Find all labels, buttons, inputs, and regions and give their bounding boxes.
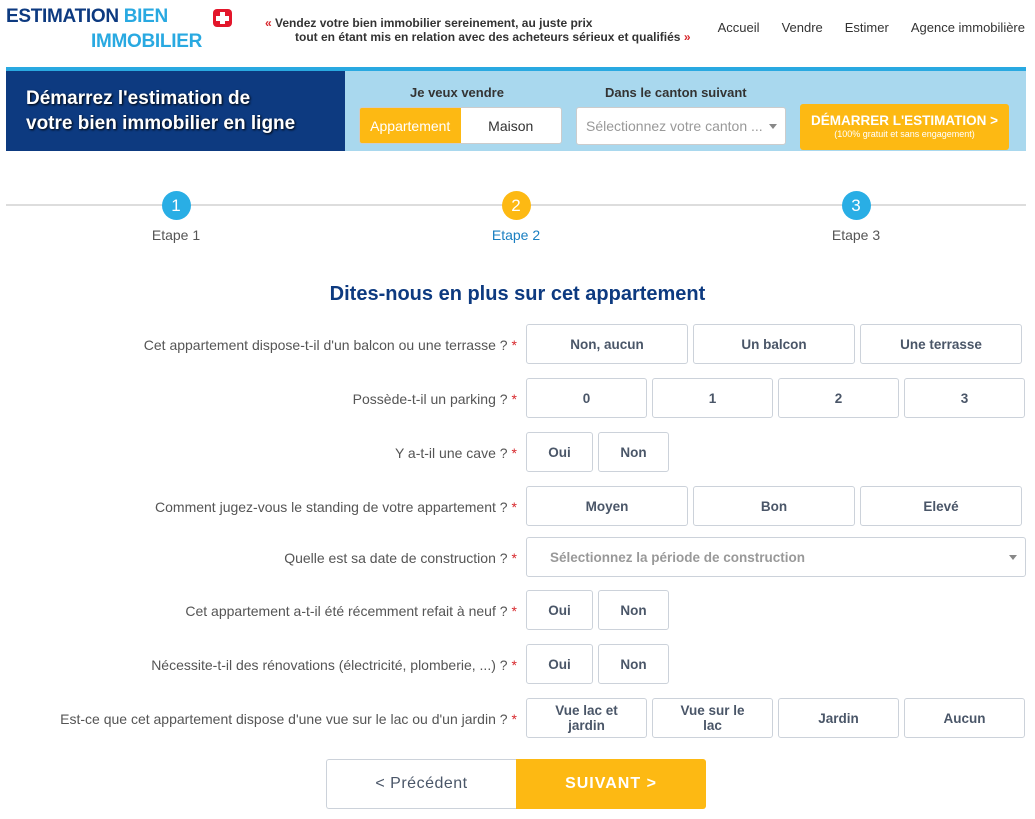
vue-options: Vue lac et jardin Vue sur le lac Jardin …: [526, 698, 1025, 740]
estimation-banner: Démarrez l'estimation de votre bien immob…: [6, 67, 1026, 151]
balcon-options: Non, aucun Un balcon Une terrasse: [526, 324, 1022, 366]
option-parking-3[interactable]: 3: [904, 378, 1025, 418]
banner-form: Je veux vendre Dans le canton suivant Ap…: [345, 71, 1026, 151]
option-standing-moyen[interactable]: Moyen: [526, 486, 688, 526]
option-aucun[interactable]: Aucun: [904, 698, 1025, 738]
question-label: Nécessite-t-il des rénovations (électric…: [151, 657, 517, 673]
property-type-toggle: Appartement Maison: [359, 107, 562, 144]
question-label: Quelle est sa date de construction ? *: [284, 550, 517, 566]
question-refait-a-neuf: Cet appartement a-t-il été récemment ref…: [0, 590, 1035, 632]
nav-accueil[interactable]: Accueil: [718, 20, 760, 35]
step-1-label: Etape 1: [151, 227, 201, 243]
question-label: Cet appartement a-t-il été récemment ref…: [185, 603, 517, 619]
question-cave: Y a-t-il une cave ? * Oui Non: [0, 432, 1035, 474]
construction-period-select[interactable]: Sélectionnez la période de construction: [526, 537, 1026, 577]
question-renovations: Nécessite-t-il des rénovations (électric…: [0, 644, 1035, 686]
chevron-down-icon: [769, 124, 777, 129]
start-estimation-sublabel: (100% gratuit et sans engagement): [834, 129, 975, 139]
option-parking-2[interactable]: 2: [778, 378, 899, 418]
question-label: Comment jugez-vous le standing de votre …: [155, 499, 517, 515]
option-un-balcon[interactable]: Un balcon: [693, 324, 855, 364]
question-label: Est-ce que cet appartement dispose d'une…: [60, 711, 517, 727]
parking-options: 0 1 2 3: [526, 378, 1025, 420]
step-3: 3 Etape 3: [796, 191, 916, 243]
step-1-circle: 1: [161, 191, 191, 220]
next-button[interactable]: SUIVANT >: [516, 759, 706, 809]
option-jardin[interactable]: Jardin: [778, 698, 899, 738]
construction-period-placeholder: Sélectionnez la période de construction: [550, 549, 806, 565]
start-estimation-label: DÉMARRER L'ESTIMATION >: [810, 113, 999, 128]
question-balcon: Cet appartement dispose-t-il d'un balcon…: [0, 324, 1035, 366]
swiss-flag-icon: [213, 9, 232, 27]
option-non-aucun[interactable]: Non, aucun: [526, 324, 688, 364]
step-3-circle: 3: [841, 191, 871, 220]
option-une-terrasse[interactable]: Une terrasse: [860, 324, 1022, 364]
sell-type-label: Je veux vendre: [410, 85, 504, 100]
question-label: Possède-t-il un parking ? *: [352, 391, 517, 407]
option-vue-sur-le-lac[interactable]: Vue sur le lac: [652, 698, 773, 738]
standing-options: Moyen Bon Elevé: [526, 486, 1022, 528]
step-3-label: Etape 3: [831, 227, 881, 243]
nav-vendre[interactable]: Vendre: [782, 20, 823, 35]
step-2-label: Etape 2: [491, 227, 541, 243]
question-label: Cet appartement dispose-t-il d'un balcon…: [143, 337, 517, 353]
step-1: 1 Etape 1: [116, 191, 236, 243]
cave-options: Oui Non: [526, 432, 669, 474]
form-navigation: < Précédent SUIVANT >: [326, 759, 706, 809]
property-type-maison[interactable]: Maison: [460, 108, 561, 143]
banner-title: Démarrez l'estimation de votre bien immob…: [26, 88, 296, 134]
logo-line-1: ESTIMATION BIEN: [6, 6, 168, 27]
canton-select-placeholder: Sélectionnez votre canton ...: [586, 118, 763, 134]
question-parking: Possède-t-il un parking ? * 0 1 2 3: [0, 378, 1035, 420]
nav-agence-immobiliere[interactable]: Agence immobilière: [911, 20, 1025, 35]
canton-select[interactable]: Sélectionnez votre canton ...: [576, 107, 786, 145]
option-standing-eleve[interactable]: Elevé: [860, 486, 1022, 526]
option-standing-bon[interactable]: Bon: [693, 486, 855, 526]
step-2: 2 Etape 2: [456, 191, 576, 243]
form-title: Dites-nous en plus sur cet appartement: [329, 283, 706, 305]
previous-button[interactable]: < Précédent: [326, 759, 516, 809]
option-renovations-non[interactable]: Non: [598, 644, 669, 684]
renovations-options: Oui Non: [526, 644, 669, 686]
progress-stepper: 1 Etape 1 2 Etape 2 3 Etape 3: [6, 191, 1026, 251]
option-vue-lac-et-jardin[interactable]: Vue lac et jardin: [526, 698, 647, 738]
option-refait-non[interactable]: Non: [598, 590, 669, 630]
step-2-circle: 2: [501, 191, 531, 220]
chevron-down-icon: [1009, 555, 1017, 560]
option-refait-oui[interactable]: Oui: [526, 590, 593, 630]
property-type-appartement[interactable]: Appartement: [360, 108, 461, 143]
nav-estimer[interactable]: Estimer: [845, 20, 889, 35]
main-nav: Accueil Vendre Estimer Agence immobilièr…: [718, 20, 1025, 35]
option-cave-oui[interactable]: Oui: [526, 432, 593, 472]
logo-line-2: IMMOBILIER: [91, 31, 202, 52]
option-parking-1[interactable]: 1: [652, 378, 773, 418]
question-label: Y a-t-il une cave ? *: [394, 445, 517, 461]
option-cave-non[interactable]: Non: [598, 432, 669, 472]
refait-options: Oui Non: [526, 590, 669, 632]
canton-label: Dans le canton suivant: [605, 85, 747, 100]
question-vue: Est-ce que cet appartement dispose d'une…: [0, 698, 1035, 740]
question-standing: Comment jugez-vous le standing de votre …: [0, 486, 1035, 528]
start-estimation-button[interactable]: DÉMARRER L'ESTIMATION > (100% gratuit et…: [800, 104, 1009, 150]
banner-heading-panel: Démarrez l'estimation de votre bien immob…: [6, 71, 345, 151]
site-logo[interactable]: ESTIMATION BIEN IMMOBILIER: [6, 6, 246, 56]
tagline: « Vendez votre bien immobilier sereineme…: [265, 16, 691, 44]
option-parking-0[interactable]: 0: [526, 378, 647, 418]
option-renovations-oui[interactable]: Oui: [526, 644, 593, 684]
question-construction-date: Quelle est sa date de construction ? * Sé…: [0, 537, 1035, 579]
